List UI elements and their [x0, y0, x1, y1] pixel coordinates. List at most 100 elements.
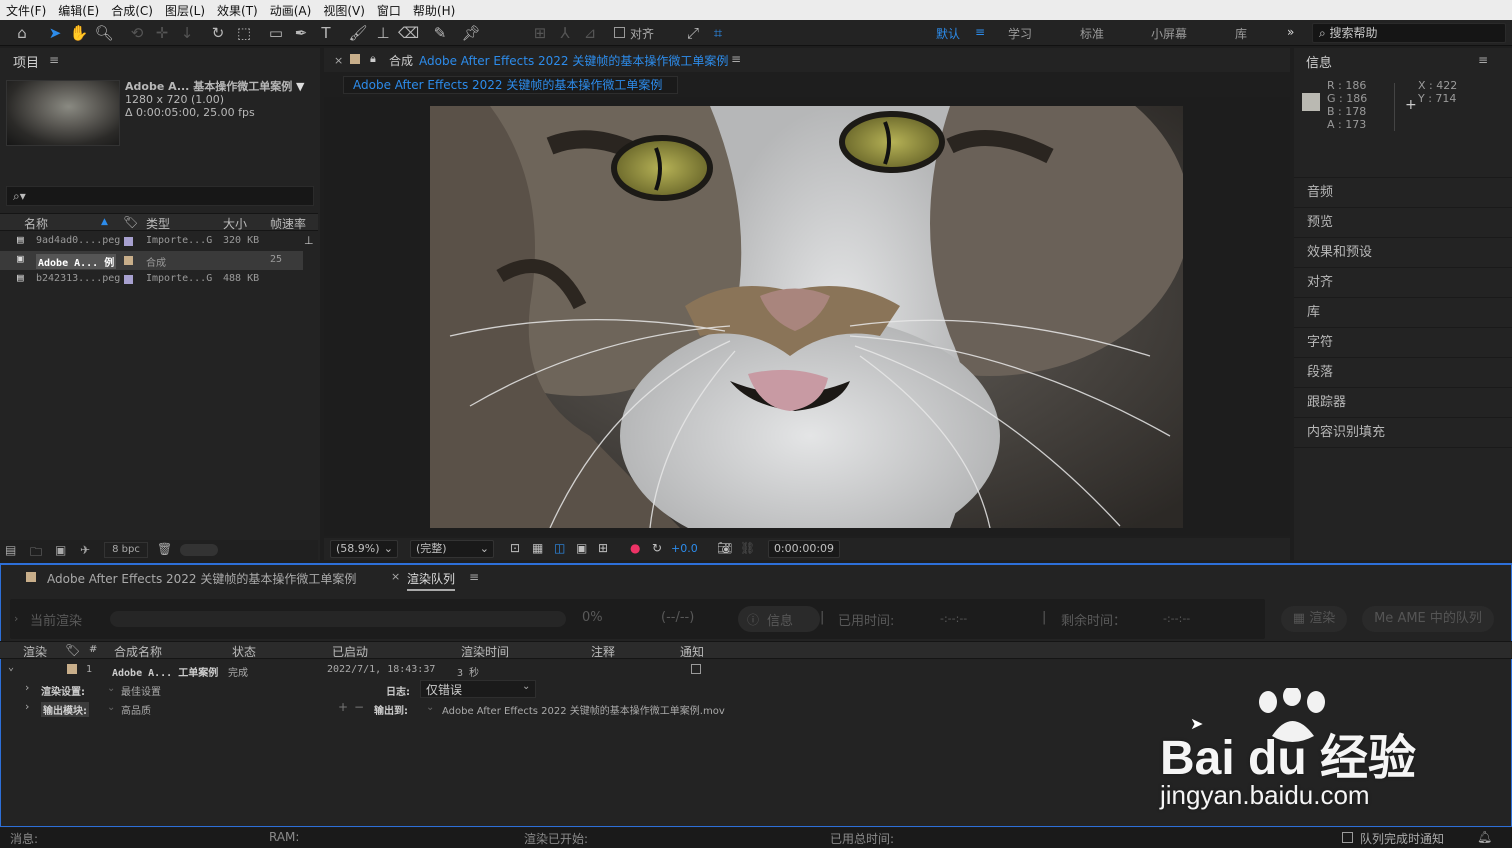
home-icon[interactable]: ⌂	[12, 23, 32, 43]
workspace-learn[interactable]: 学习	[1008, 25, 1032, 42]
render-settings-value[interactable]: 最佳设置	[121, 683, 161, 698]
panel-effects-presets[interactable]: 效果和预设	[1294, 238, 1512, 268]
transparency-grid-icon[interactable]: ▦	[532, 541, 543, 555]
snap-feature-icon[interactable]: ⌗	[708, 23, 728, 43]
menu-effect[interactable]: 效果(T)	[211, 2, 264, 19]
clone-stamp-icon[interactable]: ⊥	[373, 23, 393, 43]
show-snapshot-icon[interactable]: ⛓	[740, 541, 755, 555]
eraser-tool-icon[interactable]: ⌫	[398, 23, 419, 43]
column-comp-name[interactable]: 合成名称	[114, 643, 162, 660]
panel-libraries[interactable]: 库	[1294, 298, 1512, 328]
menu-help[interactable]: 帮助(H)	[407, 2, 461, 19]
region-of-interest-icon[interactable]: ▣	[576, 541, 587, 555]
timeline-comp-tab[interactable]: Adobe After Effects 2022 关键帧的基本操作微工单案例	[47, 570, 356, 587]
axis-world-icon[interactable]: ⅄	[555, 23, 575, 43]
workspace-small-screen[interactable]: 小屏幕	[1151, 25, 1187, 42]
reset-exposure-icon[interactable]: ↻	[652, 541, 662, 555]
orbit-camera-icon[interactable]: ⟲	[127, 23, 147, 43]
chevron-right-icon[interactable]: ›	[25, 681, 29, 694]
panel-audio[interactable]: 音频	[1294, 178, 1512, 208]
color-channels-icon[interactable]: ●	[630, 541, 640, 555]
snapshot-camera-icon[interactable]: 📷︎	[717, 541, 732, 555]
sort-ascending-icon[interactable]: ▲	[101, 217, 108, 227]
project-search-input[interactable]: ⌕▾	[6, 186, 314, 206]
snap-checkbox[interactable]	[614, 27, 625, 38]
notify-checkbox[interactable]	[691, 664, 701, 674]
anchor-point-tool-icon[interactable]: ⬚	[234, 23, 254, 43]
add-output-icon[interactable]: +	[338, 700, 348, 714]
chevron-down-icon[interactable]: ⌄	[107, 683, 115, 694]
project-item-row[interactable]: ▤ b242313....peg Importe...G 488 KB	[0, 270, 303, 289]
chevron-down-icon[interactable]: ⌄	[107, 702, 115, 713]
interpret-footage-icon[interactable]: ▤	[5, 543, 16, 557]
panel-preview[interactable]: 预览	[1294, 208, 1512, 238]
column-name[interactable]: 名称	[24, 215, 48, 232]
composition-tab[interactable]: Adobe After Effects 2022 关键帧的基本操作微工单案例	[343, 76, 678, 94]
render-button[interactable]: ▦ 渲染	[1281, 606, 1347, 632]
workspace-standard[interactable]: 标准	[1080, 25, 1104, 42]
hand-tool-icon[interactable]: ✋	[69, 23, 89, 43]
exposure-value[interactable]: +0.0	[671, 542, 698, 555]
column-render[interactable]: 渲染	[23, 643, 47, 660]
snap-edge-icon[interactable]: ⤢	[683, 23, 703, 43]
dolly-camera-icon[interactable]: ↓	[177, 23, 197, 43]
bell-icon[interactable]: 🔔︎	[1477, 830, 1492, 844]
notify-queue-checkbox[interactable]	[1342, 832, 1353, 843]
render-queue-row[interactable]: ⌄ 1 Adobe A... 工单案例 完成 2022/7/1, 18:43:3…	[0, 660, 1512, 680]
output-module-value[interactable]: 高品质	[121, 702, 151, 717]
workspace-default[interactable]: 默认	[936, 25, 960, 42]
column-comment[interactable]: 注释	[591, 643, 615, 660]
project-item-row[interactable]: ▤ 9ad4ad0....peg Importe...G 320 KB	[0, 232, 303, 251]
thumbnail-slider[interactable]	[180, 544, 218, 556]
axis-local-icon[interactable]: ⊞	[530, 23, 550, 43]
menu-animation[interactable]: 动画(A)	[264, 2, 318, 19]
output-to-value[interactable]: Adobe After Effects 2022 关键帧的基本操作微工单案例.m…	[442, 702, 725, 717]
column-status[interactable]: 状态	[232, 643, 256, 660]
menu-window[interactable]: 窗口	[371, 2, 407, 19]
puppet-pin-icon[interactable]: 📌︎	[461, 23, 481, 43]
label-color-swatch[interactable]	[67, 664, 77, 674]
lock-icon[interactable]: 🔒︎	[370, 52, 376, 66]
axis-view-icon[interactable]: ⊿	[580, 23, 600, 43]
selection-tool-icon[interactable]: ➤	[45, 23, 65, 43]
pen-tool-icon[interactable]: ✒	[291, 23, 311, 43]
close-icon[interactable]: ×	[334, 54, 343, 67]
column-size[interactable]: 大小	[223, 215, 247, 232]
panel-character[interactable]: 字符	[1294, 328, 1512, 358]
render-queue-menu-icon[interactable]: ≡	[469, 570, 479, 584]
close-icon[interactable]: ×	[391, 570, 400, 583]
project-item-row[interactable]: ▣ Adobe A... 例 合成 25	[0, 251, 303, 270]
chevron-right-icon[interactable]: ›	[25, 700, 29, 713]
panel-content-aware-fill[interactable]: 内容识别填充	[1294, 418, 1512, 448]
menu-layer[interactable]: 图层(L)	[159, 2, 211, 19]
label-tag-icon[interactable]: 🏷︎	[123, 215, 138, 229]
brush-tool-icon[interactable]: 🖌︎	[348, 23, 368, 43]
workspace-overflow-icon[interactable]: »	[1287, 25, 1294, 39]
new-composition-icon[interactable]: ▣	[55, 543, 66, 557]
panel-tracker[interactable]: 跟踪器	[1294, 388, 1512, 418]
render-queue-tab[interactable]: 渲染队列	[407, 570, 456, 591]
menu-edit[interactable]: 编辑(E)	[52, 2, 105, 19]
mask-visibility-icon[interactable]: ◫	[554, 541, 565, 555]
fast-preview-icon[interactable]: ⊡	[510, 541, 520, 555]
help-search-input[interactable]: ⌕ 搜索帮助	[1312, 23, 1506, 43]
panel-align[interactable]: 对齐	[1294, 268, 1512, 298]
label-color-swatch[interactable]	[124, 256, 133, 265]
composition-panel-name[interactable]: Adobe After Effects 2022 关键帧的基本操作微工单案例	[419, 52, 728, 69]
zoom-dropdown[interactable]: (58.9%) ⌄	[330, 540, 398, 558]
info-panel-menu-icon[interactable]: ≡	[1478, 53, 1488, 67]
menu-view[interactable]: 视图(V)	[317, 2, 371, 19]
column-index[interactable]: #	[89, 644, 97, 655]
trash-icon[interactable]: 🗑︎	[157, 542, 172, 556]
menu-composition[interactable]: 合成(C)	[105, 2, 159, 19]
pan-camera-icon[interactable]: ✛	[152, 23, 172, 43]
chevron-down-icon[interactable]: ▼	[296, 80, 304, 93]
rotation-tool-icon[interactable]: ↻	[208, 23, 228, 43]
column-notify[interactable]: 通知	[680, 643, 704, 660]
workspace-libraries[interactable]: 库	[1235, 25, 1247, 42]
label-tag-icon[interactable]: 🏷︎	[65, 643, 80, 657]
label-color-swatch[interactable]	[124, 275, 133, 284]
bpc-button[interactable]: 8 bpc	[104, 542, 148, 558]
zoom-tool-icon[interactable]: 🔍︎	[94, 23, 114, 43]
composition-panel-menu-icon[interactable]: ≡	[731, 52, 741, 66]
